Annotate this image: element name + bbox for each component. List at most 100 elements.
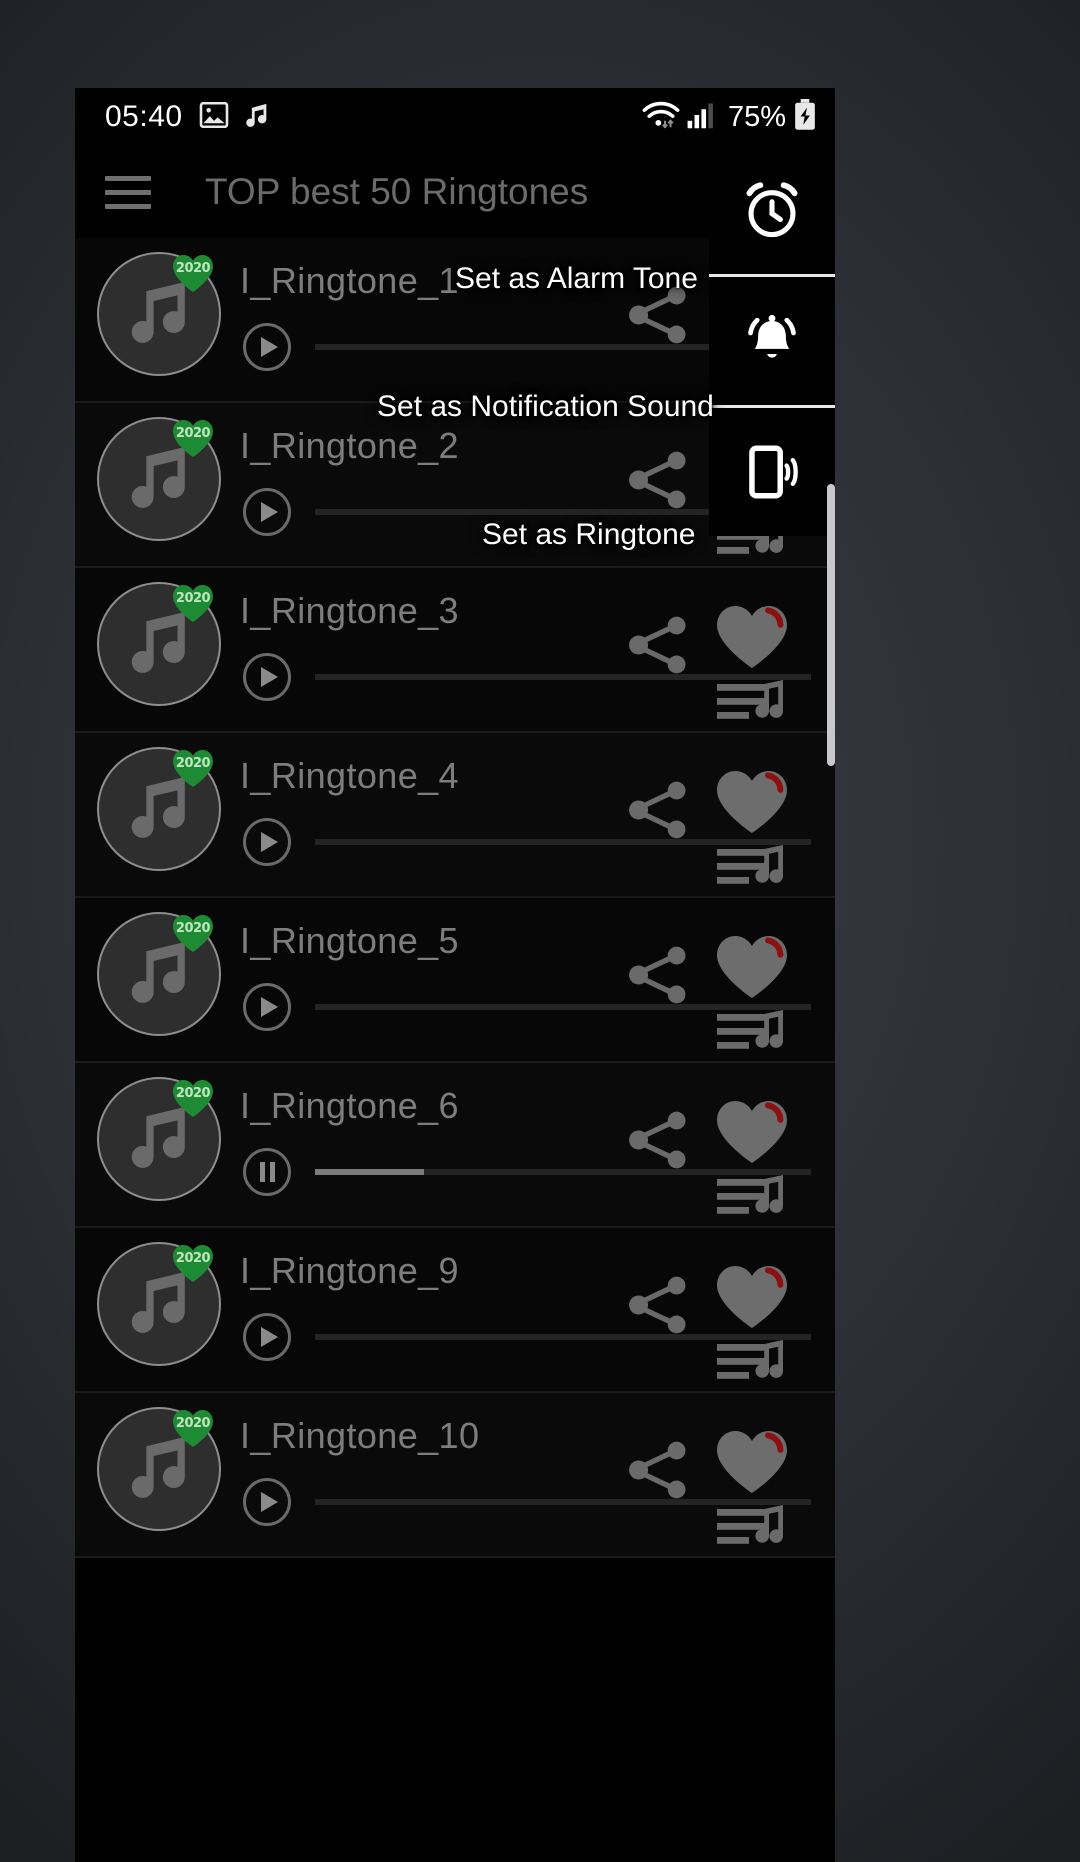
play-button[interactable]: [243, 488, 291, 536]
play-button[interactable]: [243, 983, 291, 1031]
play-button[interactable]: [243, 1313, 291, 1361]
add-to-playlist-button[interactable]: [717, 845, 789, 893]
add-to-playlist-button[interactable]: [717, 1175, 789, 1223]
album-art-thumbnail: 2020: [97, 747, 221, 871]
play-icon: [260, 502, 278, 522]
share-icon: [629, 1111, 686, 1169]
album-art-thumbnail: 2020: [97, 1077, 221, 1201]
favorite-button[interactable]: [713, 934, 791, 1000]
image-icon: [199, 101, 229, 133]
year-badge-label: 2020: [175, 1086, 211, 1101]
favorite-button[interactable]: [713, 1099, 791, 1165]
set-as-notification-sound-button[interactable]: [709, 277, 835, 405]
ringtone-row[interactable]: 2020 I_Ringtone_9: [75, 1228, 835, 1393]
ringtone-title: I_Ringtone_4: [240, 755, 459, 796]
year-badge: 2020: [171, 252, 215, 294]
share-button[interactable]: [627, 1111, 689, 1169]
share-button[interactable]: [627, 946, 689, 1004]
favorite-button[interactable]: [713, 604, 791, 670]
year-badge: 2020: [171, 1077, 215, 1119]
play-button[interactable]: [243, 323, 291, 371]
favorite-button[interactable]: [713, 1264, 791, 1330]
ringtone-title: I_Ringtone_5: [240, 920, 459, 961]
playlist-music-icon: [717, 1175, 784, 1214]
year-badge: 2020: [171, 417, 215, 459]
play-icon: [260, 1492, 278, 1512]
play-button[interactable]: [243, 1478, 291, 1526]
share-button[interactable]: [627, 1441, 689, 1499]
notification-bell-icon: [748, 314, 796, 358]
year-badge-label: 2020: [175, 1251, 211, 1266]
share-button[interactable]: [627, 781, 689, 839]
hamburger-menu-icon[interactable]: [105, 175, 151, 209]
ringtone-row[interactable]: 2020 I_Ringtone_3: [75, 568, 835, 733]
ringtone-title: I_Ringtone_6: [240, 1085, 459, 1126]
share-icon: [629, 1276, 686, 1334]
year-badge-label: 2020: [175, 591, 211, 606]
ringtone-title: I_Ringtone_3: [240, 590, 459, 631]
ringtone-row[interactable]: 2020 I_Ringtone_5: [75, 898, 835, 1063]
playlist-music-icon: [717, 1505, 784, 1544]
share-icon: [629, 1441, 686, 1499]
favorite-button[interactable]: [713, 769, 791, 835]
ringtone-title: I_Ringtone_1: [240, 260, 459, 301]
album-art-thumbnail: 2020: [97, 1242, 221, 1366]
year-badge-label: 2020: [175, 1416, 211, 1431]
status-bar-notification-icons: [199, 101, 271, 134]
share-icon: [629, 946, 686, 1004]
playlist-music-icon: [717, 1010, 784, 1049]
ringtone-title: I_Ringtone_10: [240, 1415, 480, 1456]
phone-ringtone-icon: [749, 445, 798, 499]
label-set-as-notification-sound[interactable]: Set as Notification Sound: [377, 390, 714, 424]
ringtone-title: I_Ringtone_9: [240, 1250, 459, 1291]
share-icon: [629, 451, 686, 509]
ringtone-row[interactable]: 2020 I_Ringtone_6: [75, 1063, 835, 1228]
share-button[interactable]: [627, 451, 689, 509]
ringtone-row[interactable]: 2020 I_Ringtone_10: [75, 1393, 835, 1558]
pause-icon: [259, 1162, 275, 1182]
heart-icon: [717, 936, 787, 998]
label-set-as-ringtone[interactable]: Set as Ringtone: [482, 518, 695, 552]
set-as-alarm-tone-button[interactable]: [709, 146, 835, 274]
year-badge-label: 2020: [175, 756, 211, 771]
play-icon: [260, 832, 278, 852]
alarm-clock-icon: [746, 182, 798, 238]
share-button[interactable]: [627, 1276, 689, 1334]
share-button[interactable]: [627, 616, 689, 674]
vertical-scrollbar[interactable]: [827, 484, 835, 766]
add-to-playlist-button[interactable]: [717, 1340, 789, 1388]
album-art-thumbnail: 2020: [97, 582, 221, 706]
heart-icon: [717, 1266, 787, 1328]
favorite-button[interactable]: [713, 1429, 791, 1495]
ringtone-row[interactable]: 2020 I_Ringtone_4: [75, 733, 835, 898]
status-bar: 05:40 75%: [75, 88, 835, 146]
album-art-thumbnail: 2020: [97, 1407, 221, 1531]
play-button[interactable]: [243, 653, 291, 701]
year-badge: 2020: [171, 747, 215, 789]
album-art-thumbnail: 2020: [97, 912, 221, 1036]
battery-charging-icon: [793, 98, 817, 136]
music-note-icon: [243, 101, 271, 134]
album-art-thumbnail: 2020: [97, 252, 221, 376]
heart-icon: [717, 1431, 787, 1493]
ringtone-title: I_Ringtone_2: [240, 425, 459, 466]
pause-button[interactable]: [243, 1148, 291, 1196]
album-art-thumbnail: 2020: [97, 417, 221, 541]
play-icon: [260, 667, 278, 687]
battery-percent-label: 75%: [727, 100, 786, 133]
set-as-ringtone-button[interactable]: [709, 408, 835, 536]
add-to-playlist-button[interactable]: [717, 1505, 789, 1553]
year-badge-label: 2020: [175, 921, 211, 936]
set-as-action-panel[interactable]: [709, 146, 835, 536]
heart-icon: [717, 1101, 787, 1163]
add-to-playlist-button[interactable]: [717, 1010, 789, 1058]
year-badge: 2020: [171, 1407, 215, 1449]
year-badge: 2020: [171, 582, 215, 624]
share-icon: [629, 781, 686, 839]
year-badge-label: 2020: [175, 426, 211, 441]
label-set-as-alarm-tone[interactable]: Set as Alarm Tone: [455, 262, 698, 296]
add-to-playlist-button[interactable]: [717, 680, 789, 728]
play-icon: [260, 1327, 278, 1347]
play-button[interactable]: [243, 818, 291, 866]
phone-screen: 05:40 75% TOP best 50 Ringtones 2020 I_R…: [75, 88, 835, 1862]
